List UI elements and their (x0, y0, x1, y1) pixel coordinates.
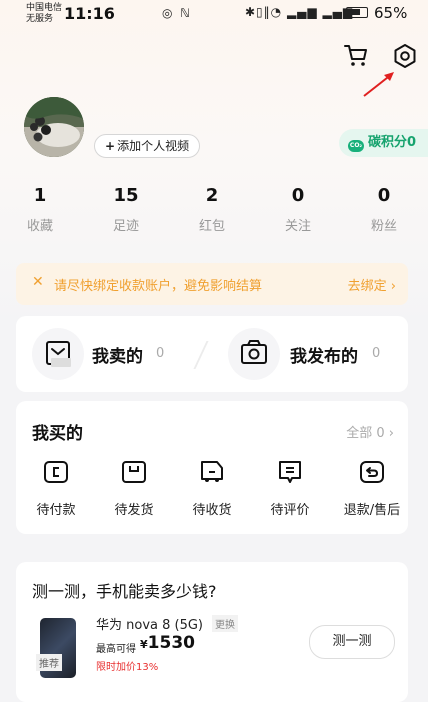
all-orders-label: 全部 (346, 426, 373, 441)
order-label: 退款/售后 (343, 503, 401, 518)
order-pending-payment[interactable]: 待付款 (28, 459, 84, 518)
stat-label: 粉丝 (370, 219, 397, 234)
max-price: ¥1530 (140, 633, 195, 653)
order-pending-receipt[interactable]: 待收货 (184, 459, 240, 518)
stat-value: 0 (377, 185, 391, 206)
battery-percent: 65% (374, 4, 408, 22)
plus-icon: + (105, 139, 116, 153)
phone-valuation-card: 测一测，手机能卖多少钱? 推荐 华为 nova 8 (5G) 更换 最高可得 ¥… (16, 562, 408, 702)
order-label: 待发货 (114, 503, 154, 518)
order-pending-review[interactable]: 待评价 (262, 459, 318, 518)
price-value: 1530 (147, 633, 195, 653)
chevron-right-icon: › (388, 426, 394, 441)
stat-favorites[interactable]: 1 收藏 (10, 183, 70, 234)
valuation-question: 测一测，手机能卖多少钱? (32, 582, 217, 601)
stat-label: 收藏 (26, 219, 53, 234)
status-time: 11:16 (64, 4, 115, 23)
chevron-right-icon: › (390, 279, 396, 294)
stat-value: 2 (205, 185, 219, 206)
wallet-icon (44, 461, 68, 483)
stat-following[interactable]: 0 关注 (268, 183, 328, 234)
avatar[interactable] (24, 97, 84, 157)
carrier-info: 中国电信 无服务 (26, 3, 62, 25)
stat-followers[interactable]: 0 粉丝 (354, 183, 414, 234)
bought-orders-card: 我买的 全部 0 › 待付款 待发货 待收货 待评价 退款/售后 (16, 401, 408, 534)
truck-icon (201, 461, 223, 482)
stat-label: 红包 (198, 219, 225, 234)
close-icon[interactable]: ✕ (32, 274, 44, 290)
stat-label: 关注 (284, 219, 311, 234)
sold-icon (46, 341, 71, 367)
add-video-button[interactable]: + 添加个人视频 (94, 134, 201, 158)
sell-card: 我卖的 0 我发布的 0 (16, 316, 408, 392)
package-icon (122, 461, 146, 483)
stat-value: 15 (113, 185, 139, 206)
carbon-leaf-icon: CO₂ (348, 140, 364, 152)
bought-title: 我买的 (32, 424, 83, 444)
max-price-label: 最高可得 (96, 644, 136, 655)
gear-icon[interactable] (391, 42, 419, 70)
bind-account-link[interactable]: 去绑定 › (348, 275, 396, 294)
published-label[interactable]: 我发布的 (290, 342, 358, 367)
change-model-button[interactable]: 更换 (212, 615, 238, 632)
currency-symbol: ¥ (140, 638, 148, 651)
bind-account-label: 去绑定 (347, 279, 387, 294)
order-pending-shipment[interactable]: 待发货 (106, 459, 162, 518)
order-label: 待评价 (270, 503, 310, 518)
published-count: 0 (372, 346, 381, 361)
comment-icon (279, 461, 301, 483)
phone-model: 华为 nova 8 (5G) (96, 618, 204, 633)
avatar-image (24, 97, 84, 157)
promo-text: 限时加价13% (96, 662, 159, 673)
all-orders-link[interactable]: 全部 0 › (346, 422, 394, 441)
order-label: 待收货 (192, 503, 232, 518)
stat-red-packets[interactable]: 2 红包 (182, 183, 242, 234)
divider (193, 341, 209, 369)
carbon-points-badge[interactable]: CO₂ 碳积分0 (339, 129, 428, 157)
stat-label: 足迹 (112, 219, 139, 234)
recommend-badge: 推荐 (36, 654, 62, 671)
carrier-status: 无服务 (26, 14, 54, 24)
cart-icon[interactable] (343, 42, 369, 68)
sold-count: 0 (156, 346, 165, 361)
stat-footprints[interactable]: 15 足迹 (96, 183, 156, 234)
stat-value: 1 (33, 185, 47, 206)
carrier-name: 中国电信 (26, 3, 63, 13)
bind-account-notice: ✕ 请尽快绑定收款账户，避免影响结算 去绑定 › (16, 263, 408, 305)
annotation-arrow-icon (363, 72, 394, 97)
all-orders-count: 0 (376, 426, 385, 441)
sold-icon-circle (32, 328, 84, 380)
test-button[interactable]: 测一测 (309, 625, 395, 659)
status-nfc-icons: ◎ ℕ (162, 6, 192, 20)
battery-icon (346, 7, 368, 18)
add-video-label: 添加个人视频 (117, 139, 190, 153)
stat-value: 0 (291, 185, 305, 206)
sold-label[interactable]: 我卖的 (92, 342, 143, 367)
return-icon (360, 461, 384, 483)
notice-text: 请尽快绑定收款账户，避免影响结算 (54, 279, 263, 294)
published-icon-circle (228, 328, 280, 380)
camera-icon (241, 340, 267, 364)
carbon-points-label: 碳积分0 (368, 135, 417, 150)
order-label: 待付款 (36, 503, 76, 518)
status-signal-icons: ✱▯‖◔ ▂▄▆ ▂▄▆ (245, 5, 354, 19)
order-refund-aftersale[interactable]: 退款/售后 (342, 459, 402, 518)
